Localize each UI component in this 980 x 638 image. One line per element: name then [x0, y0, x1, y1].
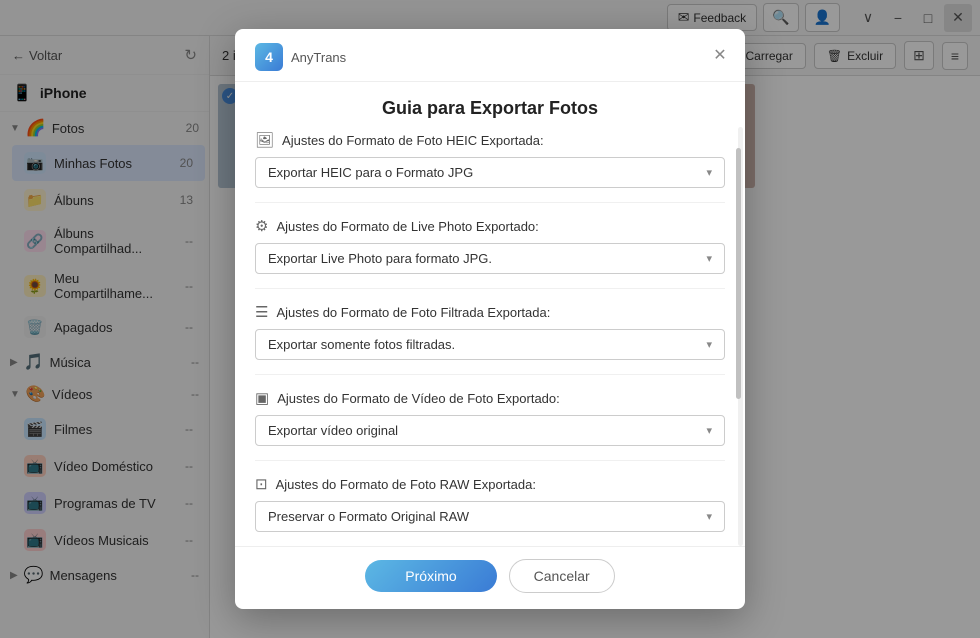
heic-select-value: Exportar HEIC para o Formato JPG — [268, 165, 473, 180]
image-icon: 🖼 — [255, 131, 274, 149]
cancel-btn-label: Cancelar — [534, 568, 590, 584]
raw-icon: ⊡ — [255, 475, 268, 493]
raw-select[interactable]: Preservar o Formato Original RAW ▾ — [255, 501, 725, 532]
raw-select-value: Preservar o Formato Original RAW — [268, 509, 469, 524]
scrollbar-track — [738, 127, 743, 546]
filtrada-label: ☰ Ajustes do Formato de Foto Filtrada Ex… — [255, 303, 725, 321]
video-select-value: Exportar vídeo original — [268, 423, 398, 438]
next-btn-label: Próximo — [405, 568, 456, 584]
filtrada-section-label: Ajustes do Formato de Foto Filtrada Expo… — [276, 305, 550, 320]
video-icon: ▣ — [255, 389, 269, 407]
video-select[interactable]: Exportar vídeo original ▾ — [255, 415, 725, 446]
video-label: ▣ Ajustes do Formato de Vídeo de Foto Ex… — [255, 389, 725, 407]
chevron-down-raw-icon: ▾ — [706, 510, 712, 523]
logo-letter: 4 — [265, 49, 273, 65]
modal-section-video: ▣ Ajustes do Formato de Vídeo de Foto Ex… — [255, 389, 725, 461]
modal-close-button[interactable]: ✕ — [709, 44, 731, 66]
modal-section-heic: 🖼 Ajustes do Formato de Foto HEIC Export… — [255, 131, 725, 203]
scrollbar-thumb[interactable] — [736, 148, 741, 399]
raw-section-label: Ajustes do Formato de Foto RAW Exportada… — [276, 477, 536, 492]
heic-select[interactable]: Exportar HEIC para o Formato JPG ▾ — [255, 157, 725, 188]
next-button[interactable]: Próximo — [365, 560, 496, 592]
cancel-button[interactable]: Cancelar — [509, 559, 615, 593]
list-icon: ☰ — [255, 303, 268, 321]
livephoto-label: ⚙ Ajustes do Formato de Live Photo Expor… — [255, 217, 725, 235]
livephoto-select-value: Exportar Live Photo para formato JPG. — [268, 251, 492, 266]
raw-label: ⊡ Ajustes do Formato de Foto RAW Exporta… — [255, 475, 725, 493]
modal-logo: 4 — [255, 43, 283, 71]
video-section-label: Ajustes do Formato de Vídeo de Foto Expo… — [277, 391, 560, 406]
modal-footer: Próximo Cancelar — [235, 546, 745, 609]
modal-app-name: AnyTrans — [291, 50, 346, 65]
settings-icon: ⚙ — [255, 217, 268, 235]
chevron-down-filtrada-icon: ▾ — [706, 338, 712, 351]
modal-section-filtrada: ☰ Ajustes do Formato de Foto Filtrada Ex… — [255, 303, 725, 375]
export-modal: 4 AnyTrans ✕ Guia para Exportar Fotos 🖼 … — [235, 29, 745, 609]
modal-overlay: 4 AnyTrans ✕ Guia para Exportar Fotos 🖼 … — [0, 0, 980, 638]
modal-body: 🖼 Ajustes do Formato de Foto HEIC Export… — [235, 127, 745, 546]
chevron-down-livephoto-icon: ▾ — [706, 252, 712, 265]
heic-label: 🖼 Ajustes do Formato de Foto HEIC Export… — [255, 131, 725, 149]
filtrada-select-value: Exportar somente fotos filtradas. — [268, 337, 455, 352]
modal-header: 4 AnyTrans ✕ — [235, 29, 745, 82]
filtrada-select[interactable]: Exportar somente fotos filtradas. ▾ — [255, 329, 725, 360]
chevron-down-heic-icon: ▾ — [706, 166, 712, 179]
heic-section-label: Ajustes do Formato de Foto HEIC Exportad… — [282, 133, 544, 148]
livephoto-select[interactable]: Exportar Live Photo para formato JPG. ▾ — [255, 243, 725, 274]
modal-section-raw: ⊡ Ajustes do Formato de Foto RAW Exporta… — [255, 475, 725, 546]
modal-section-livephoto: ⚙ Ajustes do Formato de Live Photo Expor… — [255, 217, 725, 289]
chevron-down-video-icon: ▾ — [706, 424, 712, 437]
livephoto-section-label: Ajustes do Formato de Live Photo Exporta… — [276, 219, 538, 234]
modal-title: Guia para Exportar Fotos — [235, 82, 745, 127]
